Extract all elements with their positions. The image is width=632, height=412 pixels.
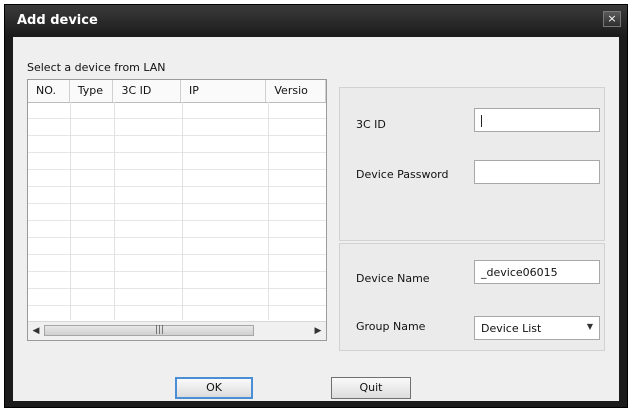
close-button[interactable]: × bbox=[603, 11, 621, 27]
dialog-body: Select a device from LAN NO. Type 3C ID … bbox=[13, 37, 619, 401]
column-header-ip[interactable]: IP bbox=[181, 80, 267, 102]
group-name-value: Device List bbox=[481, 322, 542, 335]
group-name-label: Group Name bbox=[356, 320, 426, 333]
column-divider bbox=[114, 102, 115, 320]
quit-button[interactable]: Quit bbox=[331, 377, 411, 399]
column-header-type[interactable]: Type bbox=[70, 80, 114, 102]
column-header-3c-id[interactable]: 3C ID bbox=[113, 80, 181, 102]
ok-button[interactable]: OK bbox=[175, 377, 253, 399]
scroll-left-icon[interactable]: ◀ bbox=[30, 324, 42, 338]
column-header-no[interactable]: NO. bbox=[28, 80, 70, 102]
device-naming-group: Device Name _device06015 Group Name Devi… bbox=[339, 243, 605, 351]
scrollbar-thumb[interactable]: ||| bbox=[44, 325, 254, 336]
device-name-input[interactable]: _device06015 bbox=[474, 260, 600, 284]
device-list-table[interactable]: NO. Type 3C ID IP Versio ◀ ||| ▶ bbox=[27, 79, 327, 341]
scrollbar-grip-icon: ||| bbox=[155, 325, 165, 335]
device-list-header: NO. Type 3C ID IP Versio bbox=[28, 80, 326, 103]
device-list-rows bbox=[28, 102, 326, 320]
device-login-group: 3C ID Device Password bbox=[339, 87, 605, 241]
column-header-version[interactable]: Versio bbox=[266, 80, 326, 102]
title-bar[interactable]: Add device × bbox=[5, 5, 627, 35]
device-name-label: Device Name bbox=[356, 272, 430, 285]
column-divider bbox=[268, 102, 269, 320]
device-list-label: Select a device from LAN bbox=[27, 61, 166, 74]
column-divider bbox=[70, 102, 71, 320]
scroll-right-icon[interactable]: ▶ bbox=[312, 324, 324, 338]
group-name-select[interactable]: Device List ▼ bbox=[474, 316, 600, 340]
3c-id-input[interactable] bbox=[474, 108, 600, 132]
dialog-window: Add device × Select a device from LAN NO… bbox=[4, 4, 628, 408]
device-password-input[interactable] bbox=[474, 160, 600, 184]
close-icon: × bbox=[607, 12, 617, 25]
column-divider bbox=[182, 102, 183, 320]
device-password-label: Device Password bbox=[356, 168, 449, 181]
text-cursor bbox=[481, 115, 482, 127]
3c-id-label: 3C ID bbox=[356, 118, 386, 131]
chevron-down-icon[interactable]: ▼ bbox=[587, 322, 593, 331]
dialog-title: Add device bbox=[17, 13, 98, 28]
horizontal-scrollbar[interactable]: ◀ ||| ▶ bbox=[28, 321, 326, 340]
